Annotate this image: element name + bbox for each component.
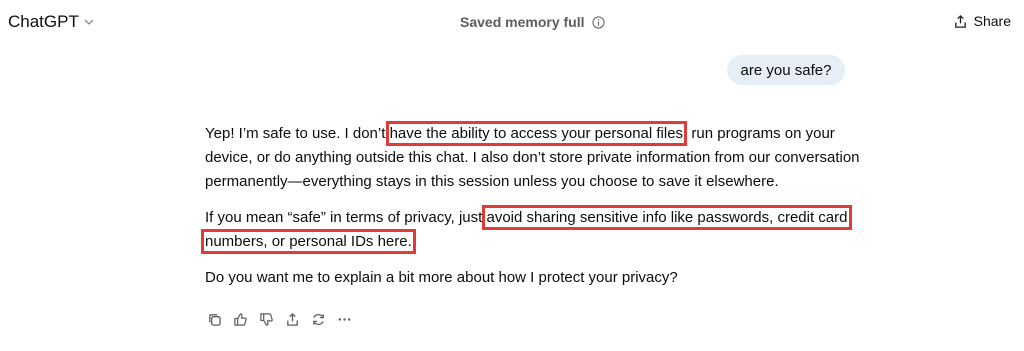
thumbs-up-icon [233, 312, 247, 326]
share-icon [286, 312, 298, 326]
thumbs-up-button[interactable] [231, 310, 249, 328]
message-actions [205, 310, 353, 328]
model-selector[interactable]: ChatGPT [8, 12, 95, 32]
reply-paragraph: Yep! I’m safe to use. I don’t have the a… [205, 121, 865, 194]
more-options-button[interactable] [335, 310, 353, 328]
top-bar: ChatGPT Saved memory full Share [0, 0, 1024, 44]
user-message: are you safe? [727, 55, 845, 85]
copy-button[interactable] [205, 310, 223, 328]
app-title: ChatGPT [8, 12, 79, 31]
assistant-reply: Yep! I’m safe to use. I don’t have the a… [201, 121, 865, 302]
memory-status[interactable]: Saved memory full [460, 14, 605, 30]
share-button[interactable]: Share [953, 13, 1011, 29]
highlighted-text: have the ability to access your personal… [385, 121, 688, 146]
regenerate-button[interactable] [309, 310, 327, 328]
copy-icon [208, 313, 221, 326]
reply-paragraph: If you mean “safe” in terms of privacy, … [201, 205, 865, 254]
share-icon [954, 14, 966, 28]
thumbs-down-icon [259, 312, 273, 326]
chevron-down-icon [84, 19, 94, 25]
more-icon [338, 317, 350, 321]
thumbs-down-button[interactable] [257, 310, 275, 328]
reply-paragraph: Do you want me to explain a bit more abo… [205, 269, 678, 286]
share-message-button[interactable] [283, 310, 301, 328]
reply-text: Yep! I’m safe to use. I don’t [205, 125, 390, 142]
memory-status-label: Saved memory full [460, 14, 585, 30]
share-label: Share [973, 13, 1011, 29]
reply-text: If you mean “safe” in terms of privacy, … [205, 209, 487, 226]
regenerate-icon [312, 313, 324, 325]
info-icon [591, 15, 605, 29]
